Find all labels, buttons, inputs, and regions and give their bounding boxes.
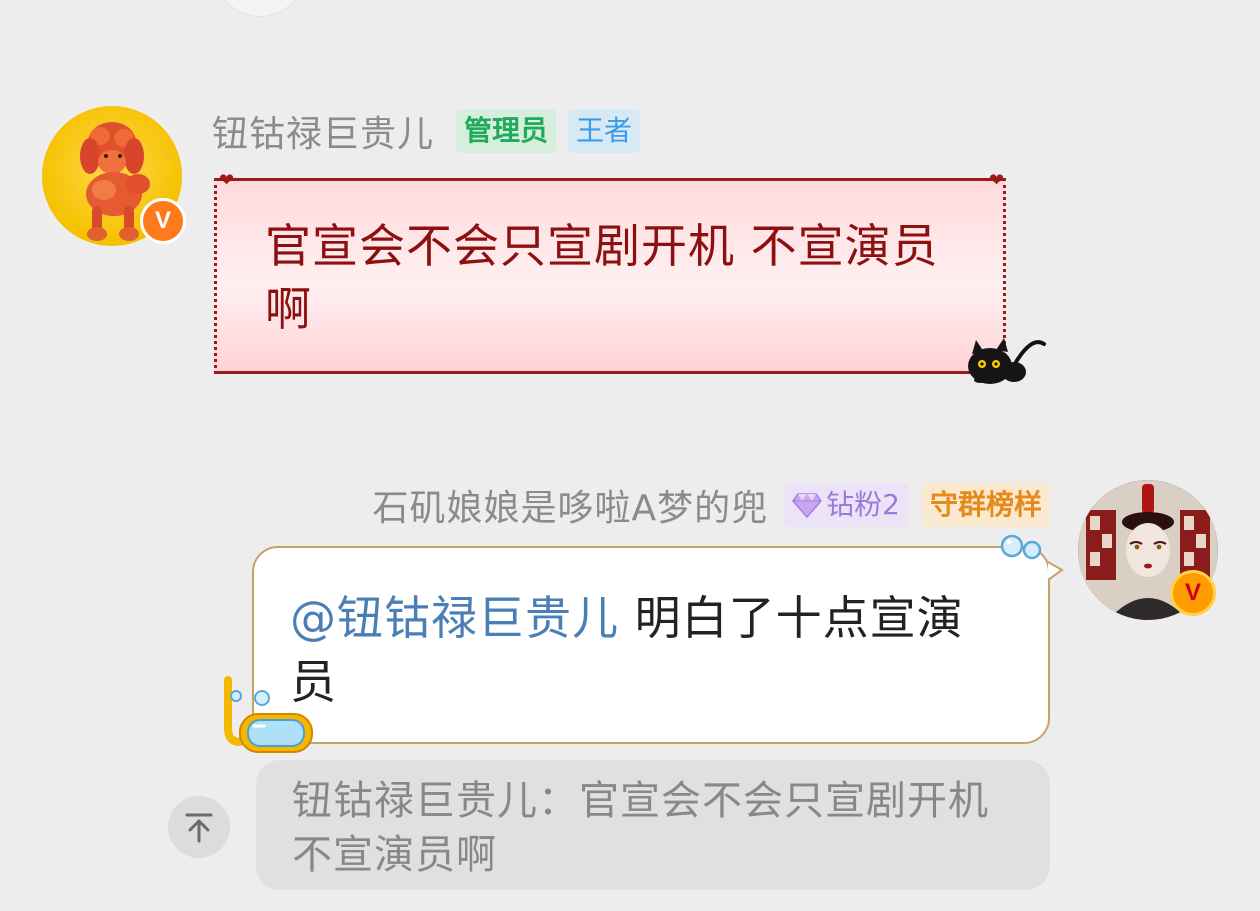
quoted-message-text: 钮钴禄巨贵儿：官宣会不会只宣剧开机 不宣演员啊 xyxy=(292,778,989,878)
scroll-to-top-button[interactable] xyxy=(168,796,230,858)
diamond-fan-tag: 钻粉2 xyxy=(784,483,908,527)
bubble-tail-icon xyxy=(1047,561,1064,581)
sender-name-row-2: 石矶娘娘是哆啦A梦的兜 钻粉2 守群榜样 xyxy=(373,480,1050,530)
sender-name-row-1: 钮钴禄巨贵儿 管理员 王者 xyxy=(212,105,641,157)
diving-goggles-sticker-icon xyxy=(224,676,313,753)
verified-v-badge-icon: V xyxy=(140,198,186,244)
mention-link[interactable]: @钮钴禄巨贵儿 xyxy=(290,591,619,645)
water-bubbles-icon xyxy=(1000,534,1042,560)
king-rank-tag: 王者 xyxy=(568,109,641,153)
black-cat-sticker-icon xyxy=(968,338,1046,384)
heart-icon: ❤ xyxy=(989,170,1005,191)
diamond-icon xyxy=(792,493,823,518)
avatar-sender-1[interactable]: V xyxy=(42,106,186,246)
diamond-fan-label: 钻粉2 xyxy=(826,488,900,521)
heart-icon: ❤ xyxy=(219,170,235,191)
message-text: 官宣会不会只宣剧开机 不宣演员啊 xyxy=(265,219,939,336)
guard-group-tag: 守群榜样 xyxy=(921,483,1050,527)
top-partial-circle xyxy=(216,0,304,17)
message-text-container: @钮钴禄巨贵儿 明白了十点宣演员 xyxy=(290,586,1010,714)
sender-name[interactable]: 钮钴禄巨贵儿 xyxy=(212,105,434,157)
admin-tag: 管理员 xyxy=(456,109,557,153)
avatar-sender-2[interactable]: V xyxy=(1078,480,1218,620)
quoted-message[interactable]: 钮钴禄巨贵儿：官宣会不会只宣剧开机 不宣演员啊 xyxy=(256,760,1050,890)
verified-v-badge-icon: V xyxy=(1170,570,1216,616)
sender-name[interactable]: 石矶娘娘是哆啦A梦的兜 xyxy=(373,479,769,531)
arrow-up-to-top-icon xyxy=(185,813,213,843)
message-bubble-2[interactable]: @钮钴禄巨贵儿 明白了十点宣演员 xyxy=(252,546,1050,744)
message-bubble-1[interactable]: 官宣会不会只宣剧开机 不宣演员啊 xyxy=(214,178,1006,374)
